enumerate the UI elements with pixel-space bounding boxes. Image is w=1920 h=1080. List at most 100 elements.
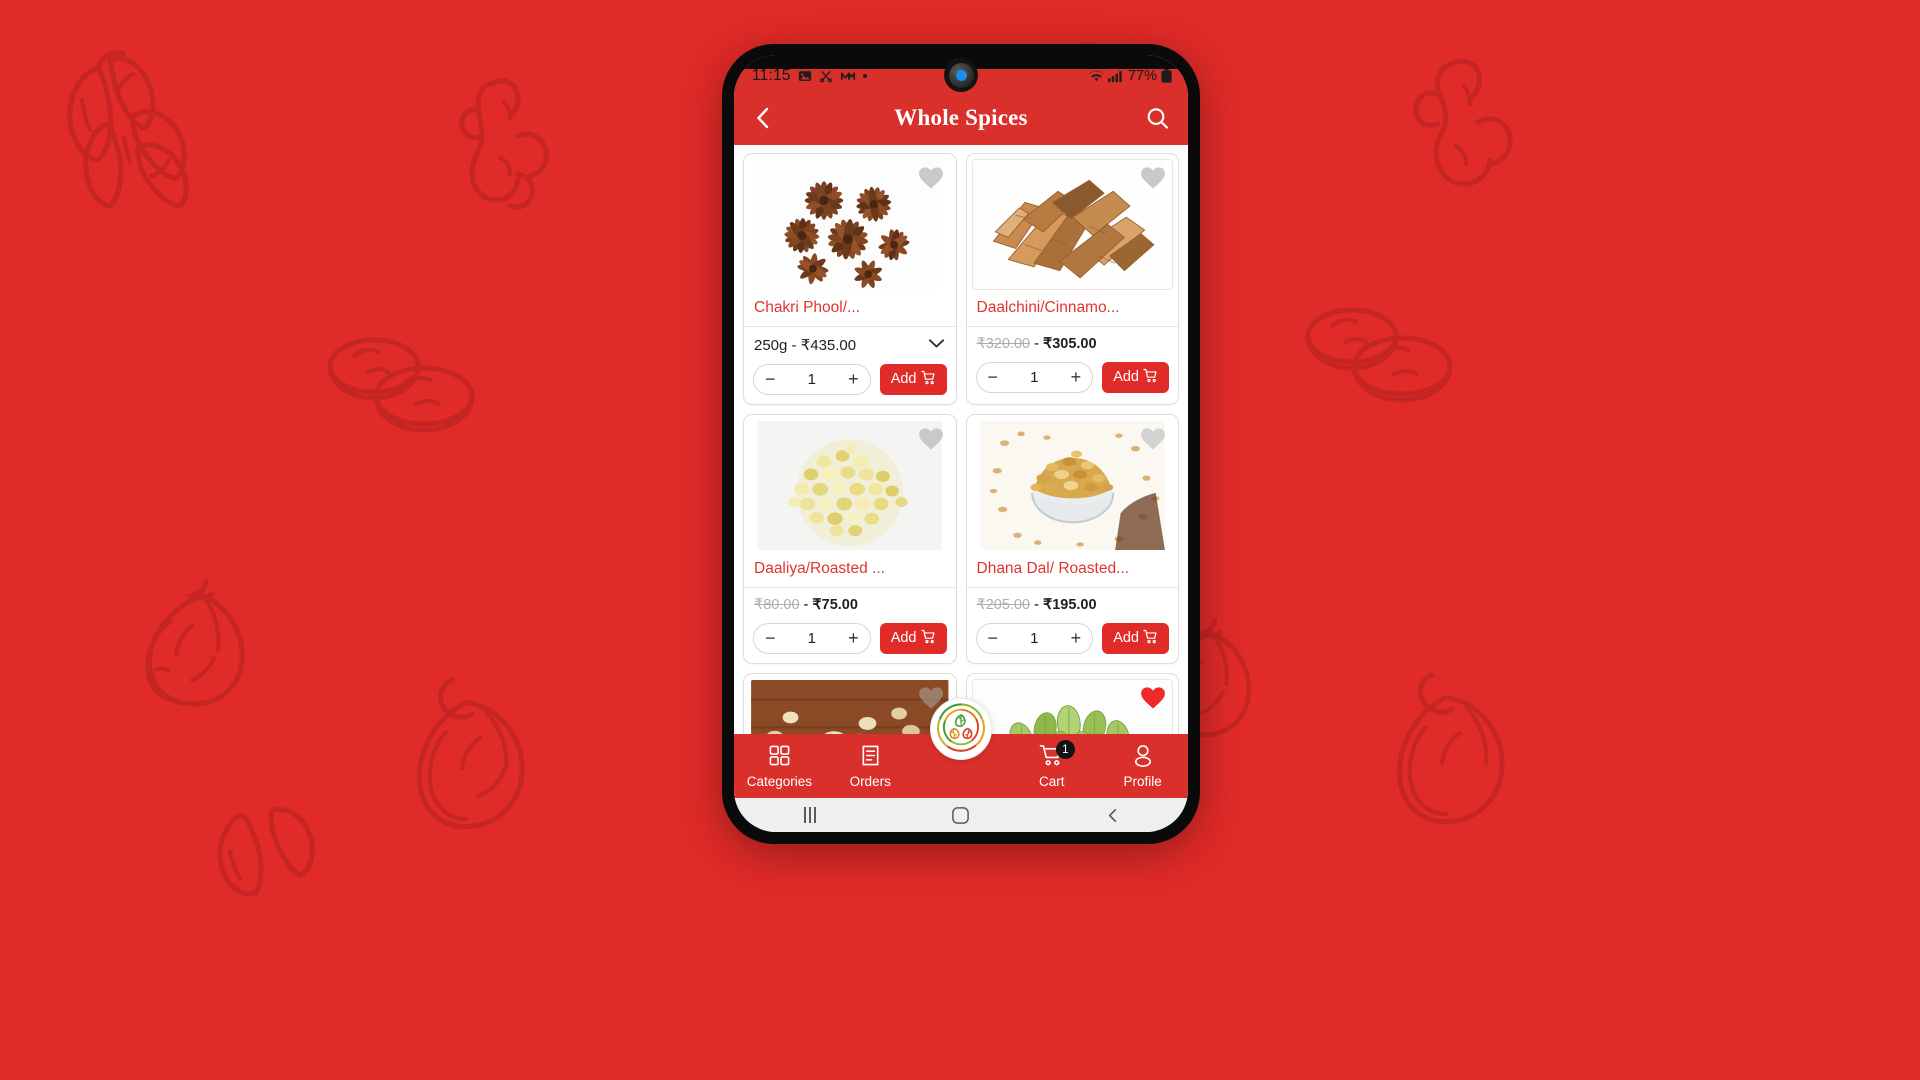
actions-row: − 1 + Add xyxy=(753,363,947,395)
decrement-button[interactable]: − xyxy=(988,368,999,386)
cart-icon xyxy=(920,629,936,648)
wifi-icon xyxy=(1088,70,1104,83)
current-price: ₹305.00 xyxy=(1042,335,1097,352)
nav-item-categories[interactable]: Categories xyxy=(734,734,825,798)
price-separator: - xyxy=(1034,596,1039,613)
battery-percent-label: 77% xyxy=(1127,68,1157,84)
camera-lens-ring xyxy=(948,62,974,88)
product-actions-area: ₹320.00 - ₹305.00 − 1 + Add xyxy=(967,327,1179,402)
quantity-value: 1 xyxy=(807,370,817,388)
cart-icon xyxy=(1143,629,1158,648)
increment-button[interactable]: + xyxy=(848,629,859,647)
product-actions-area: ₹205.00 - ₹195.00 − 1 + Add xyxy=(967,588,1179,663)
actions-row: − 1 + Add xyxy=(975,622,1169,654)
nav-item-cart[interactable]: 1 Cart xyxy=(1006,734,1097,798)
add-label: Add xyxy=(890,371,917,388)
almond-motif-3 xyxy=(200,795,350,915)
favorite-icon-active[interactable] xyxy=(1140,685,1166,711)
product-name: Dhana Dal/ Roasted... xyxy=(966,551,1178,588)
product-actions-area: 250g - ₹435.00 − 1 + Add xyxy=(744,327,956,404)
nav-label-categories: Categories xyxy=(746,773,813,789)
search-icon[interactable] xyxy=(1145,106,1170,131)
recents-icon[interactable] xyxy=(775,807,845,823)
receipt-icon xyxy=(860,744,881,772)
nav-item-orders[interactable]: Orders xyxy=(825,734,916,798)
quantity-value: 1 xyxy=(807,629,817,647)
home-icon[interactable] xyxy=(926,806,996,825)
product-name: Chakri Phool/... xyxy=(744,290,956,327)
product-actions-area: ₹80.00 - ₹75.00 − 1 + Add xyxy=(744,588,956,663)
product-name: Daalchini/Cinnamo... xyxy=(966,290,1178,327)
actions-row: − 1 + Add xyxy=(753,622,947,654)
phone-device-frame: 11:15 77% Whole Spices Chakri Phool/... … xyxy=(722,44,1200,844)
chili-pepper-motif xyxy=(390,650,590,850)
android-system-nav-bar xyxy=(734,798,1188,832)
quantity-stepper[interactable]: − 1 + xyxy=(975,361,1094,393)
product-card[interactable]: Daalchini/Cinnamo... ₹320.00 - ₹305.00 −… xyxy=(965,153,1179,405)
current-price: ₹75.00 xyxy=(812,596,858,613)
chili-pepper-motif-2 xyxy=(1370,645,1570,845)
current-price: ₹195.00 xyxy=(1042,596,1097,613)
grid-icon xyxy=(768,744,791,772)
variant-select[interactable]: 250g - ₹435.00 xyxy=(753,334,947,356)
status-time: 11:15 xyxy=(752,67,791,84)
cardamom-pods-motif xyxy=(38,38,208,218)
add-label: Add xyxy=(1113,369,1139,386)
product-name: Daaliya/Roasted ... xyxy=(744,551,956,588)
back-button[interactable] xyxy=(752,105,774,131)
price-row: ₹80.00 - ₹75.00 xyxy=(753,595,947,615)
price-separator: - xyxy=(803,596,809,613)
price-separator: - xyxy=(1034,335,1039,352)
cart-badge-count: 1 xyxy=(1055,740,1075,759)
quantity-stepper[interactable]: − 1 + xyxy=(753,622,871,654)
variant-label: 250g - ₹435.00 xyxy=(754,336,857,354)
add-label: Add xyxy=(890,630,917,647)
product-card[interactable]: Chakri Phool/... 250g - ₹435.00 − 1 + Ad… xyxy=(743,153,957,405)
camera-lens-dot xyxy=(955,69,967,81)
person-icon xyxy=(1132,744,1154,772)
decrement-button[interactable]: − xyxy=(765,629,776,647)
phone-screen: 11:15 77% Whole Spices Chakri Phool/... … xyxy=(734,55,1188,832)
original-price: ₹320.00 xyxy=(976,335,1031,352)
product-card[interactable]: Daaliya/Roasted ... ₹80.00 - ₹75.00 − 1 … xyxy=(743,413,957,664)
cart-icon xyxy=(1143,368,1158,387)
status-bar-left: 11:15 xyxy=(752,67,867,85)
spice-bowl-motif xyxy=(312,322,487,447)
app-logo-fab-button[interactable] xyxy=(930,698,992,760)
dot-icon xyxy=(862,74,867,78)
increment-button[interactable]: + xyxy=(1071,629,1082,647)
product-image-roasted-gram xyxy=(749,419,951,551)
ginger-root-motif xyxy=(452,66,567,216)
cellular-signal-icon xyxy=(1107,70,1124,83)
original-price: ₹205.00 xyxy=(976,596,1031,613)
nav-item-profile[interactable]: Profile xyxy=(1097,734,1188,798)
original-price: ₹80.00 xyxy=(754,596,800,613)
photo-icon xyxy=(798,69,812,83)
battery-icon xyxy=(1161,69,1172,83)
add-to-cart-button[interactable]: Add xyxy=(879,363,947,395)
ginger-root-motif-2 xyxy=(1400,50,1530,210)
app-header: Whole Spices xyxy=(734,91,1188,145)
product-image-star-anise xyxy=(749,159,951,290)
favorite-icon[interactable] xyxy=(918,165,944,191)
increment-button[interactable]: + xyxy=(1071,368,1082,386)
quantity-stepper[interactable]: − 1 + xyxy=(975,622,1094,654)
back-icon[interactable] xyxy=(1077,806,1147,825)
add-label: Add xyxy=(1113,630,1139,647)
add-to-cart-button[interactable]: Add xyxy=(1102,622,1169,654)
product-list-scroll-area[interactable]: Chakri Phool/... 250g - ₹435.00 − 1 + Ad… xyxy=(734,145,1188,798)
add-to-cart-button[interactable]: Add xyxy=(1102,361,1169,393)
decrement-button[interactable]: − xyxy=(988,629,999,647)
favorite-icon[interactable] xyxy=(1140,426,1166,452)
add-to-cart-button[interactable]: Add xyxy=(879,622,947,654)
product-image-cinnamon-bark xyxy=(971,159,1173,290)
nav-label-profile: Profile xyxy=(1123,773,1162,789)
increment-button[interactable]: + xyxy=(848,370,859,388)
music-icon xyxy=(840,70,856,82)
favorite-icon[interactable] xyxy=(1140,165,1166,191)
front-camera-punch-hole xyxy=(944,58,978,92)
quantity-stepper[interactable]: − 1 + xyxy=(753,363,871,395)
decrement-button[interactable]: − xyxy=(765,370,776,388)
product-card[interactable]: Dhana Dal/ Roasted... ₹205.00 - ₹195.00 … xyxy=(965,413,1179,664)
favorite-icon[interactable] xyxy=(918,426,944,452)
